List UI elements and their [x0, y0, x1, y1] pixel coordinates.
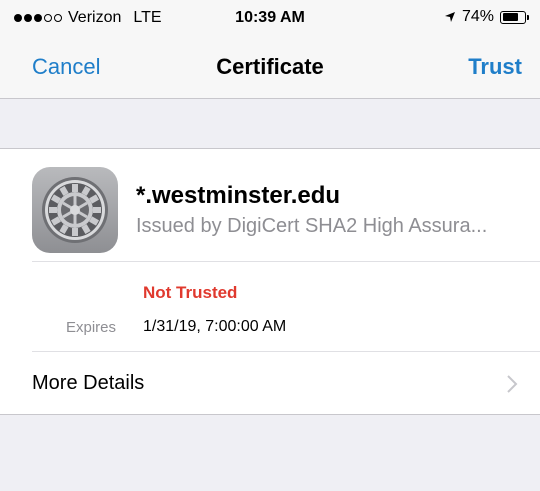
- certificate-issuer: Issued by DigiCert SHA2 High Assura...: [136, 215, 488, 237]
- more-details-row[interactable]: More Details: [0, 352, 540, 415]
- divider: [32, 261, 540, 262]
- certificate-name: *.westminster.edu: [136, 182, 341, 209]
- chevron-right-icon: [507, 375, 518, 393]
- battery-level: [502, 13, 519, 21]
- location-arrow-icon: [444, 12, 455, 22]
- battery-icon: [500, 10, 529, 24]
- trust-status: Not Trusted: [143, 283, 238, 302]
- trust-button[interactable]: Trust: [468, 54, 522, 80]
- expires-value: 1/31/19, 7:00:00 AM: [143, 318, 287, 335]
- page-title: Certificate: [216, 54, 324, 79]
- expires-label: Expires: [66, 319, 117, 336]
- certificate-card: *.westminster.edu Issued by DigiCert SHA…: [0, 148, 540, 415]
- more-details-label: More Details: [32, 372, 145, 394]
- certificate-screen: Verizon LTE 10:39 AM 74% Cancel Certific…: [0, 0, 540, 491]
- gear-icon: [32, 167, 118, 253]
- status-right: 74%: [444, 8, 529, 26]
- navigation-bar: Cancel Certificate Trust: [0, 36, 540, 99]
- battery-percent: 74%: [461, 8, 494, 25]
- status-bar: Verizon LTE 10:39 AM 74%: [0, 0, 540, 36]
